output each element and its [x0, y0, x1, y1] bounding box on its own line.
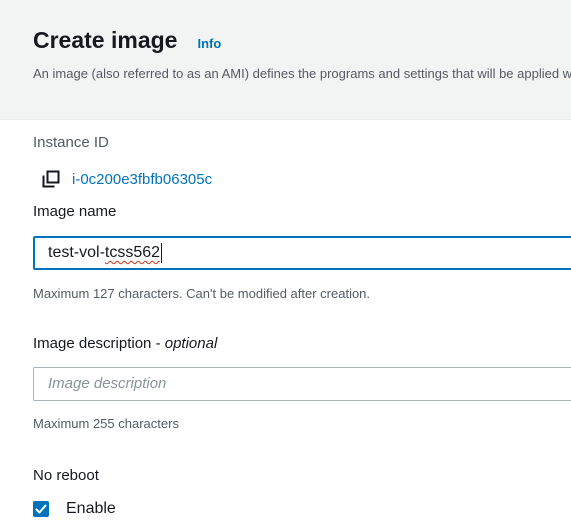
no-reboot-label: No reboot — [33, 467, 99, 484]
image-description-label-main: Image description - — [33, 335, 165, 352]
optional-tag: optional — [164, 335, 218, 352]
image-name-value: test-vol-tcss562 — [48, 244, 160, 261]
image-name-value-misspelled: tcss562 — [104, 244, 161, 261]
text-caret — [161, 242, 163, 263]
image-name-label: Image name — [33, 203, 117, 220]
image-name-value-prefix: test-vol- — [48, 244, 105, 261]
image-name-input[interactable]: test-vol-tcss562 — [33, 236, 571, 270]
image-description-placeholder: Image description — [48, 375, 167, 392]
instance-id-link[interactable]: i-0c200e3fbfb06305c — [72, 171, 212, 188]
instance-id-row: i-0c200e3fbfb06305c — [42, 170, 212, 188]
title-row: Create image Info — [33, 27, 221, 54]
copy-icon[interactable] — [42, 170, 60, 188]
image-description-hint: Maximum 255 characters — [33, 416, 179, 431]
no-reboot-checkbox-row[interactable]: Enable — [33, 500, 116, 518]
page-description: An image (also referred to as an AMI) de… — [33, 66, 571, 81]
checkmark-icon — [35, 504, 47, 514]
image-description-input[interactable]: Image description — [33, 367, 571, 401]
image-name-hint: Maximum 127 characters. Can't be modifie… — [33, 286, 371, 301]
image-description-label: Image description - optional — [33, 335, 217, 352]
enable-checkbox-label[interactable]: Enable — [66, 500, 116, 518]
info-link[interactable]: Info — [197, 36, 221, 51]
enable-checkbox[interactable] — [33, 501, 49, 517]
page-title: Create image — [33, 27, 178, 53]
page-header: Create image Info An image (also referre… — [0, 0, 571, 120]
instance-id-label: Instance ID — [33, 134, 109, 151]
